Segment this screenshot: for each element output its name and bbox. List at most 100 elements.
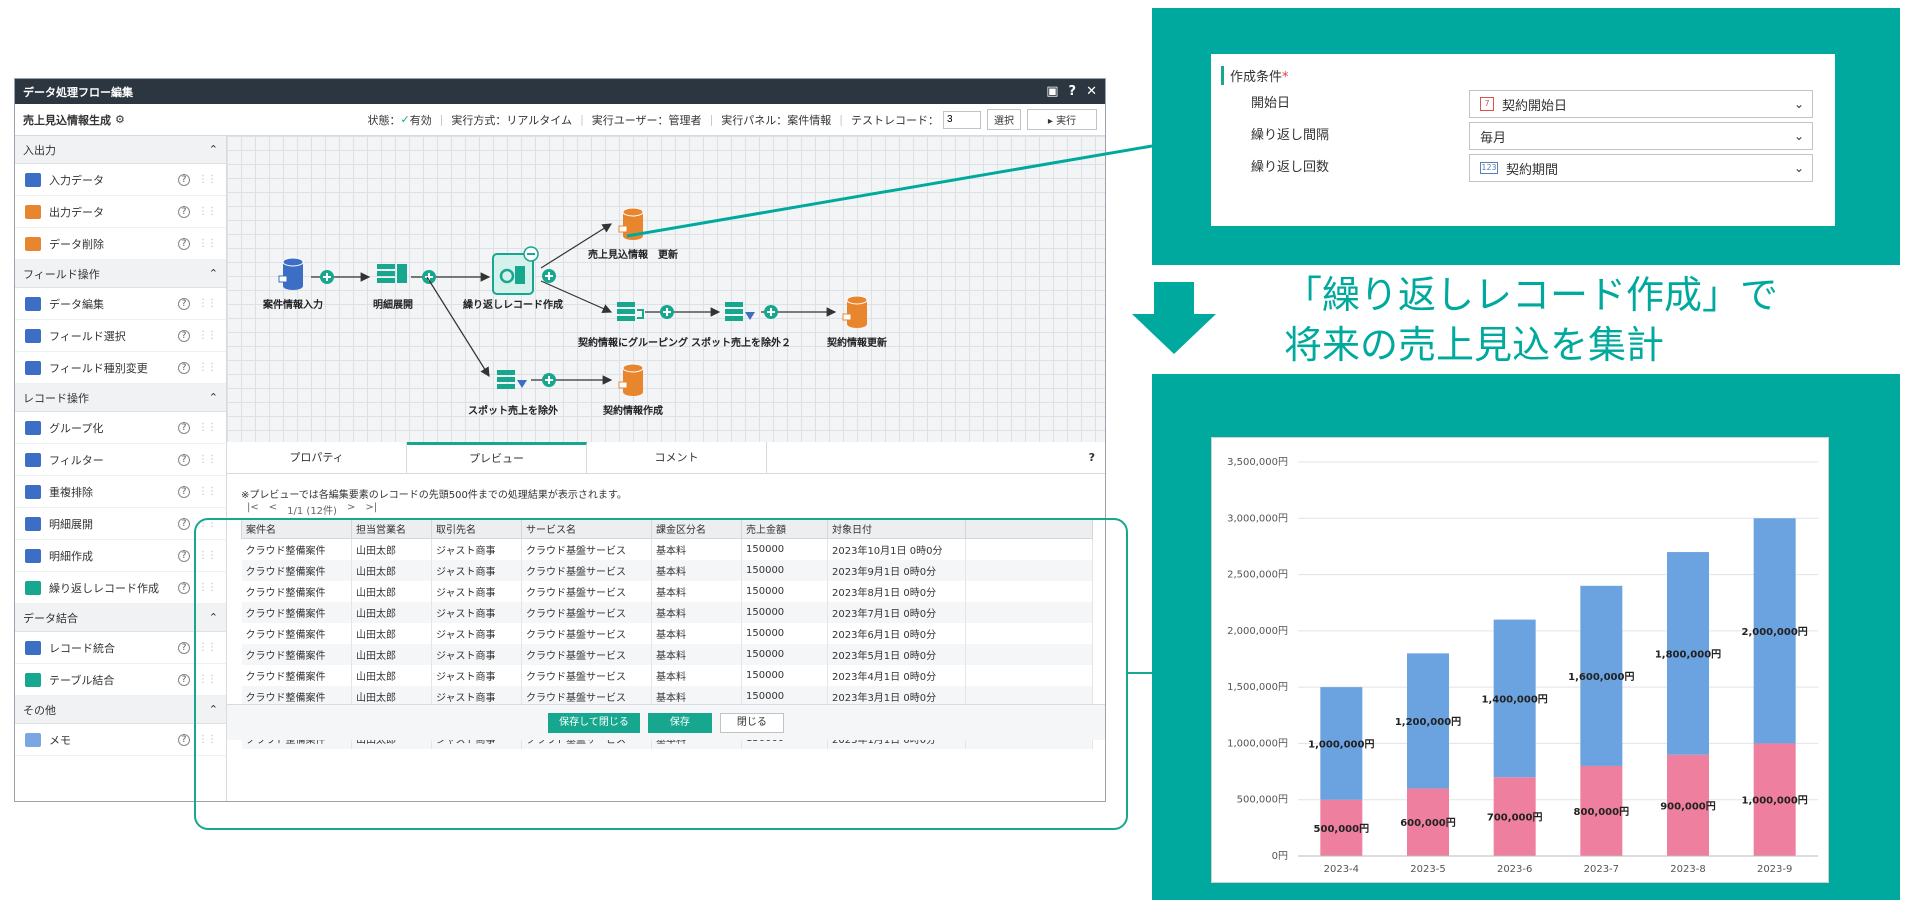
node-label-update-contract[interactable]: 契約情報更新: [827, 334, 887, 349]
help-icon[interactable]: ?: [178, 549, 190, 562]
drag-handle-icon[interactable]: ⋮⋮: [198, 238, 217, 249]
help-icon[interactable]: ?: [178, 297, 190, 310]
drag-handle-icon[interactable]: ⋮⋮: [198, 206, 217, 217]
condition-value: 契約期間: [1506, 162, 1559, 178]
database-icon[interactable]: [618, 363, 644, 396]
palette-group-title: レコード操作: [23, 391, 89, 405]
first-page-icon[interactable]: |<: [247, 502, 259, 517]
database-icon[interactable]: [842, 295, 868, 328]
collapse-icon[interactable]: ⌃: [209, 267, 218, 280]
help-icon[interactable]: ?: [178, 329, 190, 342]
database-icon[interactable]: [278, 257, 304, 290]
drag-handle-icon[interactable]: ⋮⋮: [198, 362, 217, 373]
filter-icon[interactable]: [725, 302, 755, 321]
drag-handle-icon[interactable]: ⋮⋮: [198, 174, 217, 185]
help-icon[interactable]: ?: [178, 581, 190, 594]
help-icon[interactable]: ?: [178, 237, 190, 250]
help-icon[interactable]: ?: [1069, 84, 1077, 99]
palette-item[interactable]: グループ化? ⋮⋮: [15, 412, 226, 444]
condition-select[interactable]: 123 契約期間 ⌄: [1469, 154, 1813, 182]
y-tick-label: 500,000円: [1237, 795, 1288, 806]
palette-item[interactable]: 入力データ? ⋮⋮: [15, 164, 226, 196]
drag-handle-icon[interactable]: ⋮⋮: [198, 330, 217, 341]
tab-comment[interactable]: コメント: [587, 442, 767, 473]
palette-item[interactable]: フィルター? ⋮⋮: [15, 444, 226, 476]
minimize-icon[interactable]: ▣: [1046, 84, 1058, 99]
test-record-label: テストレコード：: [851, 113, 939, 127]
add-node-icon[interactable]: [660, 305, 674, 319]
help-icon[interactable]: ?: [178, 453, 190, 466]
tab-properties[interactable]: プロパティ: [227, 442, 407, 473]
palette-group-header[interactable]: レコード操作 ⌃: [15, 384, 226, 412]
collapse-icon[interactable]: ⌃: [209, 391, 218, 404]
condition-select[interactable]: 毎月 ⌄: [1469, 122, 1813, 150]
prev-page-icon[interactable]: <: [269, 502, 277, 517]
table-icon[interactable]: [617, 302, 644, 321]
drag-handle-icon[interactable]: ⋮⋮: [198, 422, 217, 433]
palette-item[interactable]: フィールド種別変更? ⋮⋮: [15, 352, 226, 384]
node-label-create-contract[interactable]: 契約情報作成: [603, 402, 663, 417]
test-record-input[interactable]: [943, 110, 981, 129]
element-icon: [25, 516, 41, 531]
palette-group-header[interactable]: フィールド操作 ⌃: [15, 260, 226, 288]
add-node-icon[interactable]: [422, 270, 436, 284]
condition-value: 契約開始日: [1502, 98, 1568, 114]
condition-row: 繰り返し回数 123 契約期間 ⌄: [1251, 154, 1813, 182]
palette-item[interactable]: 出力データ? ⋮⋮: [15, 196, 226, 228]
window-titlebar: データ処理フロー編集 ▣ ? ✕: [15, 79, 1105, 104]
palette-item[interactable]: 重複排除? ⋮⋮: [15, 476, 226, 508]
add-node-icon[interactable]: [542, 373, 556, 387]
palette-item-label: 繰り返しレコード作成: [49, 581, 159, 595]
help-icon[interactable]: ?: [178, 517, 190, 530]
collapse-icon[interactable]: ⌃: [209, 143, 218, 156]
node-label-grouping[interactable]: 契約情報にグルーピング: [578, 334, 688, 349]
palette-group-title: フィールド操作: [23, 267, 100, 281]
table-icon[interactable]: [377, 264, 407, 283]
help-icon[interactable]: ?: [178, 641, 190, 654]
node-label-update-forecast[interactable]: 売上見込情報 更新: [588, 246, 678, 261]
node-label-expand[interactable]: 明細展開: [373, 296, 413, 311]
drag-handle-icon[interactable]: ⋮⋮: [198, 298, 217, 309]
select-button[interactable]: 選択: [987, 109, 1021, 130]
run-button[interactable]: ▸ 実行: [1027, 109, 1097, 130]
help-icon[interactable]: ?: [178, 485, 190, 498]
next-page-icon[interactable]: >: [347, 502, 355, 517]
node-label-input[interactable]: 案件情報入力: [263, 296, 323, 311]
remove-node-icon[interactable]: [523, 246, 539, 262]
condition-select[interactable]: 7 契約開始日 ⌄: [1469, 90, 1813, 118]
database-icon[interactable]: [618, 207, 644, 240]
gear-icon[interactable]: ⚙: [115, 113, 125, 126]
help-icon[interactable]: ?: [178, 361, 190, 374]
drag-handle-icon[interactable]: ⋮⋮: [198, 486, 217, 497]
help-icon[interactable]: ?: [1089, 442, 1105, 473]
close-icon[interactable]: ✕: [1086, 84, 1097, 99]
drag-handle-icon[interactable]: ⋮⋮: [198, 454, 217, 465]
help-icon[interactable]: ?: [178, 205, 190, 218]
help-icon[interactable]: ?: [178, 421, 190, 434]
add-node-icon[interactable]: [320, 270, 334, 284]
palette-item-label: フィルター: [49, 453, 104, 467]
down-arrow-icon: [1132, 282, 1216, 354]
node-label-repeat[interactable]: 繰り返しレコード作成: [463, 296, 563, 311]
palette-group-header[interactable]: 入出力 ⌃: [15, 136, 226, 164]
palette-item-label: フィールド種別変更: [49, 361, 148, 375]
node-label-exclude[interactable]: スポット売上を除外: [468, 402, 558, 417]
help-icon[interactable]: ?: [178, 673, 190, 686]
data-label: 2,000,000円: [1742, 626, 1808, 638]
help-icon[interactable]: ?: [178, 733, 190, 746]
help-icon[interactable]: ?: [178, 173, 190, 186]
last-page-icon[interactable]: >|: [365, 502, 377, 517]
condition-label: 繰り返し回数: [1251, 160, 1330, 175]
creation-conditions-panel: 作成条件* 開始日 7 契約開始日 ⌄ 繰り返し間隔 毎月 ⌄ 繰り返し回数 123 契約期間 ⌄: [1211, 54, 1835, 226]
flow-canvas[interactable]: 案件情報入力 明細展開 繰り返しレコード作成 売上見込情報 更新 契約情報にグルーピング…: [227, 136, 1105, 442]
add-node-icon[interactable]: [542, 269, 556, 283]
y-tick-label: 2,500,000円: [1227, 570, 1288, 581]
tab-preview[interactable]: プレビュー: [407, 442, 587, 473]
element-icon: [25, 236, 41, 251]
palette-item[interactable]: データ削除? ⋮⋮: [15, 228, 226, 260]
palette-item[interactable]: フィールド選択? ⋮⋮: [15, 320, 226, 352]
palette-item[interactable]: データ編集? ⋮⋮: [15, 288, 226, 320]
node-label-exclude2[interactable]: スポット売上を除外２: [691, 334, 791, 349]
filter-icon[interactable]: [497, 370, 527, 389]
add-node-icon[interactable]: [764, 305, 778, 319]
